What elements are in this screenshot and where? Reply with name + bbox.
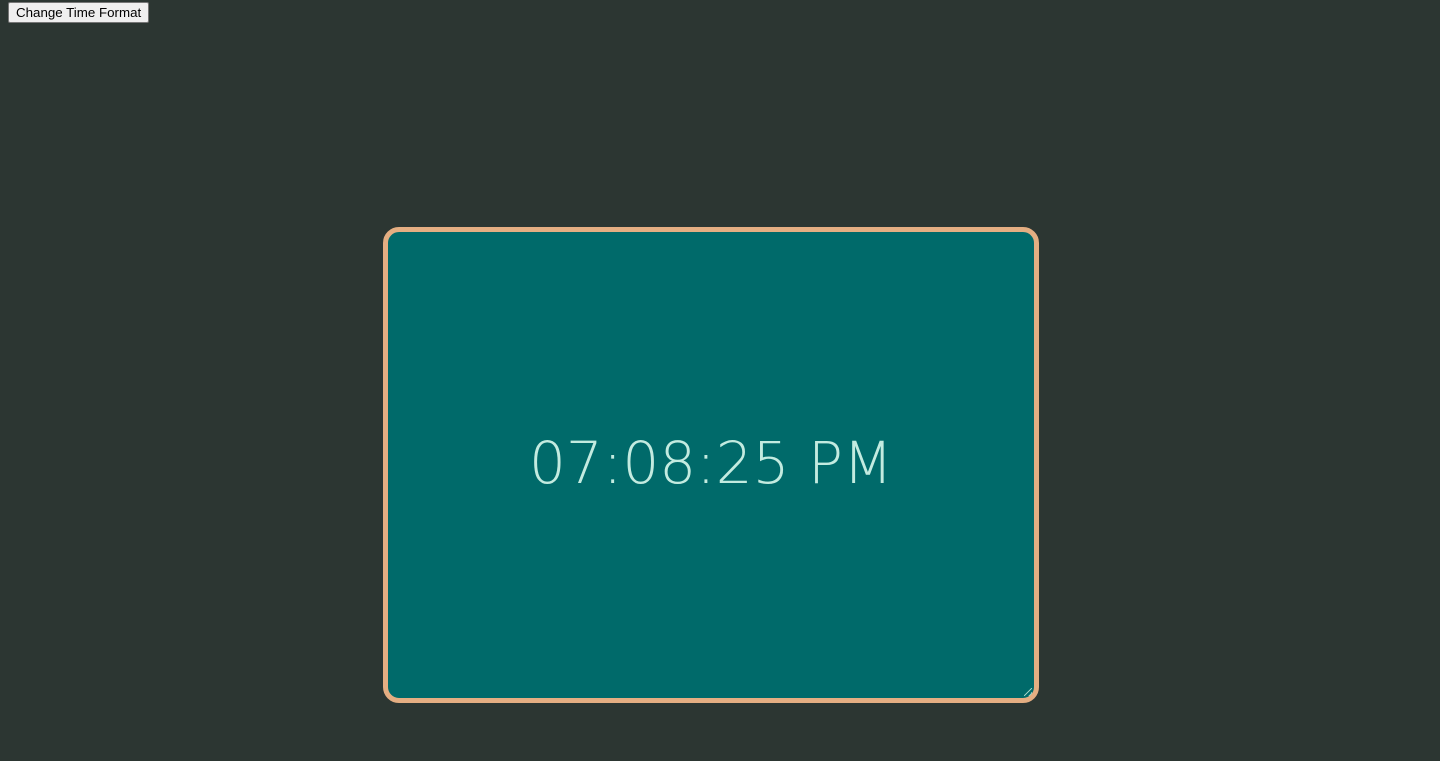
resize-grip-icon[interactable] bbox=[1024, 688, 1032, 696]
clock-time-display: 07:08:25 PM bbox=[529, 429, 893, 497]
toolbar: Change Time Format bbox=[8, 2, 150, 23]
change-time-format-button[interactable]: Change Time Format bbox=[8, 2, 150, 23]
clock-card[interactable]: 07:08:25 PM bbox=[383, 227, 1039, 703]
